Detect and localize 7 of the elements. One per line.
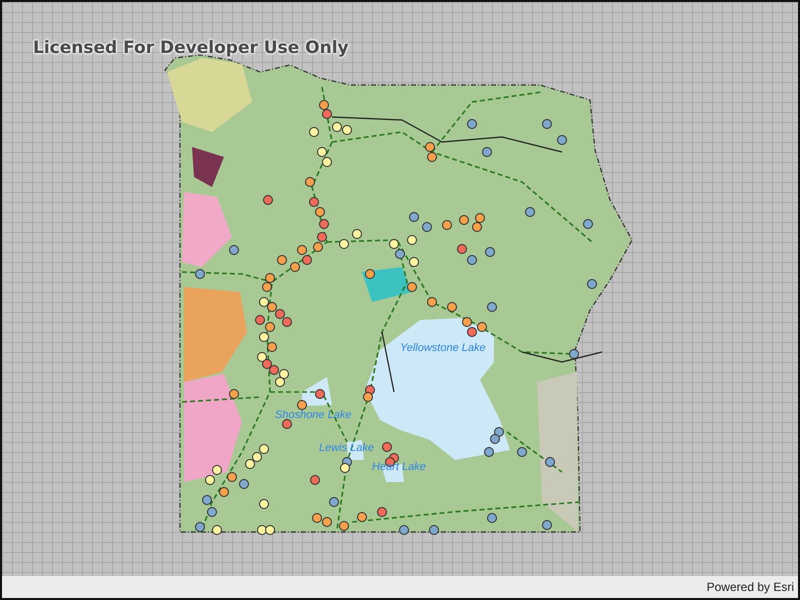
- lake-label: Yellowstone Lake: [400, 342, 486, 354]
- license-watermark: Licensed For Developer Use Only: [33, 38, 349, 58]
- lake-label: Shoshone Lake: [275, 409, 352, 421]
- lake-label: Lewis Lake: [319, 442, 374, 454]
- map-view[interactable]: Yellowstone Lake Shoshone Lake Lewis Lake Heart Lake Licensed For Developer Use Only: [2, 2, 798, 576]
- lake-label: Heart Lake: [372, 461, 426, 473]
- attribution-text: Powered by Esri: [706, 580, 794, 594]
